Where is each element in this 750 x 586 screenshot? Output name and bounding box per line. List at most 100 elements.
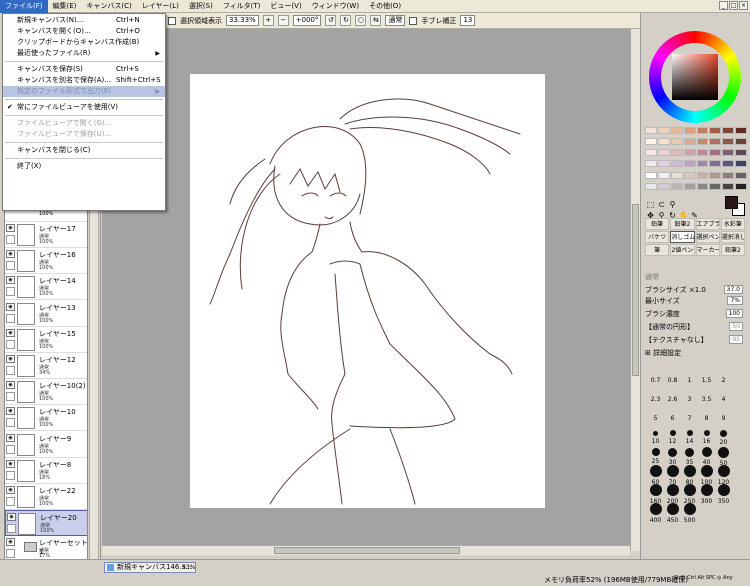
detail-settings-toggle[interactable]: ⊞ 詳細設定: [645, 348, 745, 358]
file-menu-item[interactable]: キャンバスを閉じる(C): [3, 145, 165, 156]
file-menu-item[interactable]: クリップボードからキャンバス作成(B): [3, 37, 165, 48]
brush-size-preset[interactable]: 200: [664, 484, 681, 505]
file-menu-item[interactable]: 常にファイルビューアを使用(V) ✔: [3, 102, 165, 113]
layer-row[interactable]: ◉ レイヤー22 通常 100%: [5, 484, 87, 510]
rotate-right-icon[interactable]: ↻: [340, 15, 352, 26]
zoom-in-icon[interactable]: +: [262, 15, 274, 26]
eye-icon[interactable]: ◉: [6, 538, 15, 547]
selection-checkbox[interactable]: [168, 16, 176, 25]
brush-size-preset[interactable]: 14: [681, 430, 698, 445]
brush-size-preset[interactable]: 450: [664, 503, 681, 524]
brush-size-preset[interactable]: 7: [681, 415, 698, 422]
horizontal-scroll-thumb[interactable]: [274, 547, 460, 554]
lock-icon[interactable]: [6, 418, 15, 428]
layer-row[interactable]: ◉ レイヤー16 通常 100%: [5, 248, 87, 275]
brush-tool[interactable]: 鉛筆2: [720, 244, 745, 256]
layer-row[interactable]: ◉ レイヤー17 通常 100%: [5, 222, 87, 248]
brush-size-preset[interactable]: 20: [715, 429, 732, 446]
lock-icon[interactable]: [6, 549, 15, 559]
file-menu-item[interactable]: ファイルビューアで開く(G)...: [3, 118, 165, 129]
brush-tool[interactable]: 水彩筆: [720, 218, 745, 230]
foreground-color[interactable]: [725, 196, 738, 209]
brush-size-preset[interactable]: 250: [681, 484, 698, 505]
reset-rotation-icon[interactable]: ○: [355, 15, 367, 26]
brush-size-preset[interactable]: 70: [664, 465, 681, 486]
shape-select[interactable]: 【通常の円形】: [645, 323, 694, 331]
eye-icon[interactable]: ◉: [6, 224, 15, 232]
antialias-checkbox[interactable]: [409, 16, 418, 25]
color-swatches[interactable]: [645, 127, 747, 193]
canvas-paper[interactable]: [190, 74, 545, 508]
layer-row[interactable]: ◉ レイヤー20 通常 100%: [5, 510, 87, 537]
blend-mode-select[interactable]: 通常: [385, 15, 406, 26]
density-field[interactable]: 100: [725, 309, 743, 318]
brush-size-preset[interactable]: 1: [681, 377, 698, 384]
menu-edit[interactable]: 編集(E): [48, 0, 82, 13]
brush-size-preset[interactable]: 400: [647, 503, 664, 524]
texture-select[interactable]: 【テクスチャなし】: [645, 336, 708, 344]
eye-icon[interactable]: ◉: [6, 433, 15, 442]
brush-size-preset[interactable]: 1.5: [698, 377, 715, 384]
brush-size-preset[interactable]: 300: [698, 484, 715, 505]
brush-size-preset[interactable]: 5: [647, 415, 664, 422]
menu-layer[interactable]: レイヤー(L): [137, 0, 184, 13]
menu-canvas[interactable]: キャンバス(C): [81, 0, 136, 13]
fg-bg-colors[interactable]: [725, 196, 745, 216]
texture-value[interactable]: 95: [729, 335, 743, 344]
canvas-vertical-scrollbar[interactable]: [630, 29, 640, 551]
lock-icon[interactable]: [6, 261, 15, 271]
layer-row[interactable]: ◉ レイヤー9 通常 100%: [5, 432, 87, 458]
rect-select-icon[interactable]: ⬚: [645, 199, 656, 210]
file-menu-item[interactable]: 終了(X): [3, 161, 165, 172]
eye-icon[interactable]: ◉: [6, 355, 15, 363]
layer-row[interactable]: ◉ レイヤー10 通常 100%: [5, 405, 87, 432]
eye-icon[interactable]: ◉: [6, 459, 15, 468]
brush-tool[interactable]: 消しゴム: [670, 231, 695, 243]
brush-size-preset[interactable]: 2: [715, 377, 732, 384]
eye-icon[interactable]: ◉: [6, 302, 15, 311]
brush-size-preset[interactable]: 3.5: [698, 396, 715, 403]
file-menu-item[interactable]: ファイルビューアで保存(U)...: [3, 129, 165, 140]
vertical-scroll-thumb[interactable]: [632, 204, 639, 376]
layer-row[interactable]: ◉ レイヤー15 通常 100%: [5, 327, 87, 353]
lock-icon[interactable]: [6, 339, 15, 349]
layer-row[interactable]: ◉ レイヤー10(2) 通常 100%: [5, 379, 87, 406]
brush-size-preset[interactable]: 0.8: [664, 377, 681, 384]
brush-size-preset[interactable]: 60: [647, 465, 664, 486]
menu-view[interactable]: ビュー(V): [265, 0, 306, 13]
restore-icon[interactable]: □: [729, 1, 738, 10]
brush-size-preset[interactable]: 2.6: [664, 396, 681, 403]
brush-size-preset[interactable]: 2.3: [647, 396, 664, 403]
lock-icon[interactable]: [6, 470, 15, 480]
brush-size-preset[interactable]: 6: [664, 415, 681, 422]
brush-size-preset[interactable]: 0.7: [647, 377, 664, 384]
menu-window[interactable]: ウィンドウ(W): [307, 0, 364, 13]
brush-size-preset[interactable]: 9: [715, 415, 732, 422]
flip-icon[interactable]: ⇆: [370, 15, 382, 26]
brush-size-preset[interactable]: 80: [681, 465, 698, 486]
brush-tool[interactable]: エアブラシ: [695, 218, 720, 230]
rotate-left-icon[interactable]: ↺: [325, 15, 337, 26]
canvas-horizontal-scrollbar[interactable]: [102, 545, 630, 555]
eye-icon[interactable]: ◉: [6, 486, 15, 494]
eye-icon[interactable]: ◉: [6, 381, 15, 390]
color-square[interactable]: [672, 54, 718, 100]
brush-size-preset[interactable]: 10: [647, 430, 664, 445]
layer-row[interactable]: ◉ レイヤー14 通常 100%: [5, 274, 87, 301]
file-menu-item[interactable]: キャンバスを保存(S) Ctrl+S: [3, 64, 165, 75]
lasso-icon[interactable]: ⊂: [656, 199, 667, 210]
lock-icon[interactable]: [6, 287, 15, 297]
lock-icon[interactable]: [6, 392, 15, 402]
file-menu-item[interactable]: 指定のファイル形式で出力(E) ▶: [3, 86, 165, 97]
stabilizer-select[interactable]: 13: [460, 15, 476, 26]
minimize-icon[interactable]: _: [719, 1, 728, 10]
lock-icon[interactable]: [7, 524, 16, 534]
menu-filter[interactable]: フィルタ(T): [218, 0, 266, 13]
layer-row[interactable]: ◉ レイヤー8 通常 18%: [5, 458, 87, 484]
brush-size-field[interactable]: 37.0: [723, 285, 743, 294]
menu-other[interactable]: その他(O): [364, 0, 406, 13]
rotation-field[interactable]: +000°: [292, 15, 322, 26]
eye-icon[interactable]: ◉: [6, 250, 15, 259]
layer-scrollbar[interactable]: [89, 200, 99, 586]
eye-icon[interactable]: ◉: [7, 513, 16, 522]
